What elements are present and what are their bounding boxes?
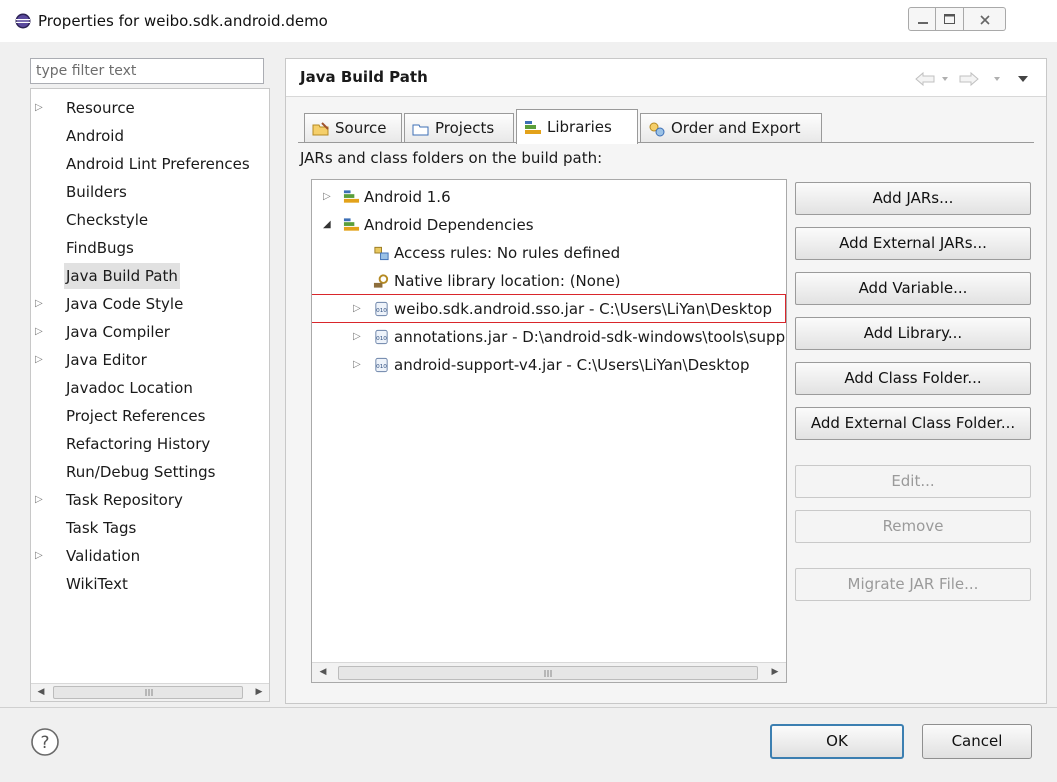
add-external-class-folder-button[interactable]: Add External Class Folder... xyxy=(795,407,1031,440)
back-arrow-icon[interactable] xyxy=(915,71,935,87)
svg-text:010: 010 xyxy=(376,364,387,370)
highlight-box xyxy=(312,294,786,323)
scroll-left-icon[interactable]: ◀ xyxy=(33,684,49,701)
projects-folder-icon xyxy=(412,124,429,136)
properties-nav-tree: ▷ Resource Android Android Lint Preferenc… xyxy=(30,88,270,702)
jars-label: JARs and class folders on the build path… xyxy=(300,149,603,167)
nav-item-builders[interactable]: Builders xyxy=(31,179,269,205)
minimize-button[interactable] xyxy=(908,7,936,31)
cancel-button[interactable]: Cancel xyxy=(922,724,1032,759)
add-variable-button[interactable]: Add Variable... xyxy=(795,272,1031,305)
nav-item-java-editor[interactable]: ▷ Java Editor xyxy=(31,347,269,373)
scroll-left-icon[interactable]: ◀ xyxy=(314,663,332,682)
collapse-arrow-icon[interactable]: ◢ xyxy=(323,212,335,238)
properties-dialog: Properties for weibo.sdk.android.demo ▷R… xyxy=(0,0,1057,782)
close-icon xyxy=(980,15,990,25)
nav-item-findbugs[interactable]: FindBugs xyxy=(31,235,269,261)
panel-header: Java Build Path xyxy=(286,59,1046,97)
nav-item-project-references[interactable]: Project References xyxy=(31,403,269,429)
tree-row-annotations-jar[interactable]: ▷ 010 annotations.jar - D:\android-sdk-w… xyxy=(312,324,786,350)
add-jars-button[interactable]: Add JARs... xyxy=(795,182,1031,215)
expand-arrow-icon[interactable]: ▷ xyxy=(35,95,47,121)
libraries-icon xyxy=(525,121,541,134)
back-menu-icon[interactable] xyxy=(942,77,948,81)
source-folder-icon xyxy=(312,122,329,136)
add-library-button[interactable]: Add Library... xyxy=(795,317,1031,350)
scrollbar-thumb[interactable] xyxy=(53,686,243,699)
jar-icon: 010 xyxy=(375,329,388,345)
title-bar[interactable]: Properties for weibo.sdk.android.demo xyxy=(0,0,1057,42)
nav-item-task-repository[interactable]: ▷ Task Repository xyxy=(31,487,269,513)
order-export-icon xyxy=(649,122,665,137)
svg-text:?: ? xyxy=(40,733,49,753)
expand-arrow-icon[interactable]: ▷ xyxy=(35,543,47,569)
nav-item-task-tags[interactable]: Task Tags xyxy=(31,515,269,541)
tree-horizontal-scrollbar[interactable]: ◀ ▶ xyxy=(312,662,786,682)
library-icon xyxy=(343,190,360,203)
nav-item-android-lint-preferences[interactable]: Android Lint Preferences xyxy=(31,151,269,177)
expand-arrow-icon[interactable]: ▷ xyxy=(323,184,335,210)
maximize-button[interactable] xyxy=(936,7,964,31)
add-external-jars-button[interactable]: Add External JARs... xyxy=(795,227,1031,260)
nav-horizontal-scrollbar[interactable]: ◀ ▶ xyxy=(31,683,269,701)
scroll-right-icon[interactable]: ▶ xyxy=(766,663,784,682)
nav-item-refactoring-history[interactable]: Refactoring History xyxy=(31,431,269,457)
nav-item-checkstyle[interactable]: Checkstyle xyxy=(31,207,269,233)
tab-source[interactable]: Source xyxy=(304,113,402,143)
minimize-icon xyxy=(918,22,928,24)
eclipse-icon xyxy=(15,13,31,29)
nav-item-resource[interactable]: ▷ Resource xyxy=(31,95,269,121)
forward-arrow-icon[interactable] xyxy=(959,71,979,87)
build-path-tree[interactable]: ▷ Android 1.6 ◢ Android Dependencies Acc… xyxy=(311,179,787,683)
ok-button[interactable]: OK xyxy=(770,724,904,759)
scroll-right-icon[interactable]: ▶ xyxy=(251,684,267,701)
remove-button[interactable]: Remove xyxy=(795,510,1031,543)
edit-button[interactable]: Edit... xyxy=(795,465,1031,498)
grip-icon xyxy=(544,670,552,677)
svg-text:010: 010 xyxy=(376,336,387,342)
expand-arrow-icon[interactable]: ▷ xyxy=(353,324,365,350)
scrollbar-thumb[interactable] xyxy=(338,666,758,680)
nav-item-java-build-path[interactable]: Java Build Path xyxy=(31,263,269,289)
tree-row-native-library[interactable]: Native library location: (None) xyxy=(312,268,786,294)
grip-icon xyxy=(145,689,153,696)
expand-arrow-icon[interactable]: ▷ xyxy=(353,352,365,378)
expand-arrow-icon[interactable]: ▷ xyxy=(35,319,47,345)
help-icon[interactable]: ? xyxy=(30,727,60,757)
forward-menu-icon[interactable] xyxy=(994,77,1000,81)
nav-item-android[interactable]: Android xyxy=(31,123,269,149)
close-button[interactable] xyxy=(964,7,1006,31)
jar-icon: 010 xyxy=(375,357,388,373)
nav-item-run-debug-settings[interactable]: Run/Debug Settings xyxy=(31,459,269,485)
tab-order-and-export[interactable]: Order and Export xyxy=(640,113,822,143)
nav-item-javadoc-location[interactable]: Javadoc Location xyxy=(31,375,269,401)
tree-row-android-dependencies[interactable]: ◢ Android Dependencies xyxy=(312,212,786,238)
tree-row-android-support-jar[interactable]: ▷ 010 android-support-v4.jar - C:\Users\… xyxy=(312,352,786,378)
tree-row-android-1-6[interactable]: ▷ Android 1.6 xyxy=(312,184,786,210)
library-icon xyxy=(343,218,360,231)
access-rules-icon xyxy=(374,246,389,261)
filter-input[interactable] xyxy=(30,58,264,84)
page-title: Java Build Path xyxy=(300,68,428,86)
migrate-jar-button[interactable]: Migrate JAR File... xyxy=(795,568,1031,601)
history-nav-arrows[interactable] xyxy=(914,71,1038,87)
expand-arrow-icon[interactable]: ▷ xyxy=(35,347,47,373)
expand-arrow-icon[interactable]: ▷ xyxy=(35,291,47,317)
window-title: Properties for weibo.sdk.android.demo xyxy=(38,12,328,30)
nav-item-java-code-style[interactable]: ▷ Java Code Style xyxy=(31,291,269,317)
footer-separator xyxy=(0,707,1057,708)
nav-item-validation[interactable]: ▷ Validation xyxy=(31,543,269,569)
native-library-icon xyxy=(373,274,389,288)
nav-item-java-compiler[interactable]: ▷ Java Compiler xyxy=(31,319,269,345)
add-class-folder-button[interactable]: Add Class Folder... xyxy=(795,362,1031,395)
tab-libraries[interactable]: Libraries xyxy=(516,109,638,144)
expand-arrow-icon[interactable]: ▷ xyxy=(35,487,47,513)
tree-row-access-rules[interactable]: Access rules: No rules defined xyxy=(312,240,786,266)
nav-item-wikitext[interactable]: WikiText xyxy=(31,571,269,597)
maximize-icon xyxy=(944,14,955,24)
tab-projects[interactable]: Projects xyxy=(404,113,514,143)
view-menu-icon[interactable] xyxy=(1018,76,1028,82)
